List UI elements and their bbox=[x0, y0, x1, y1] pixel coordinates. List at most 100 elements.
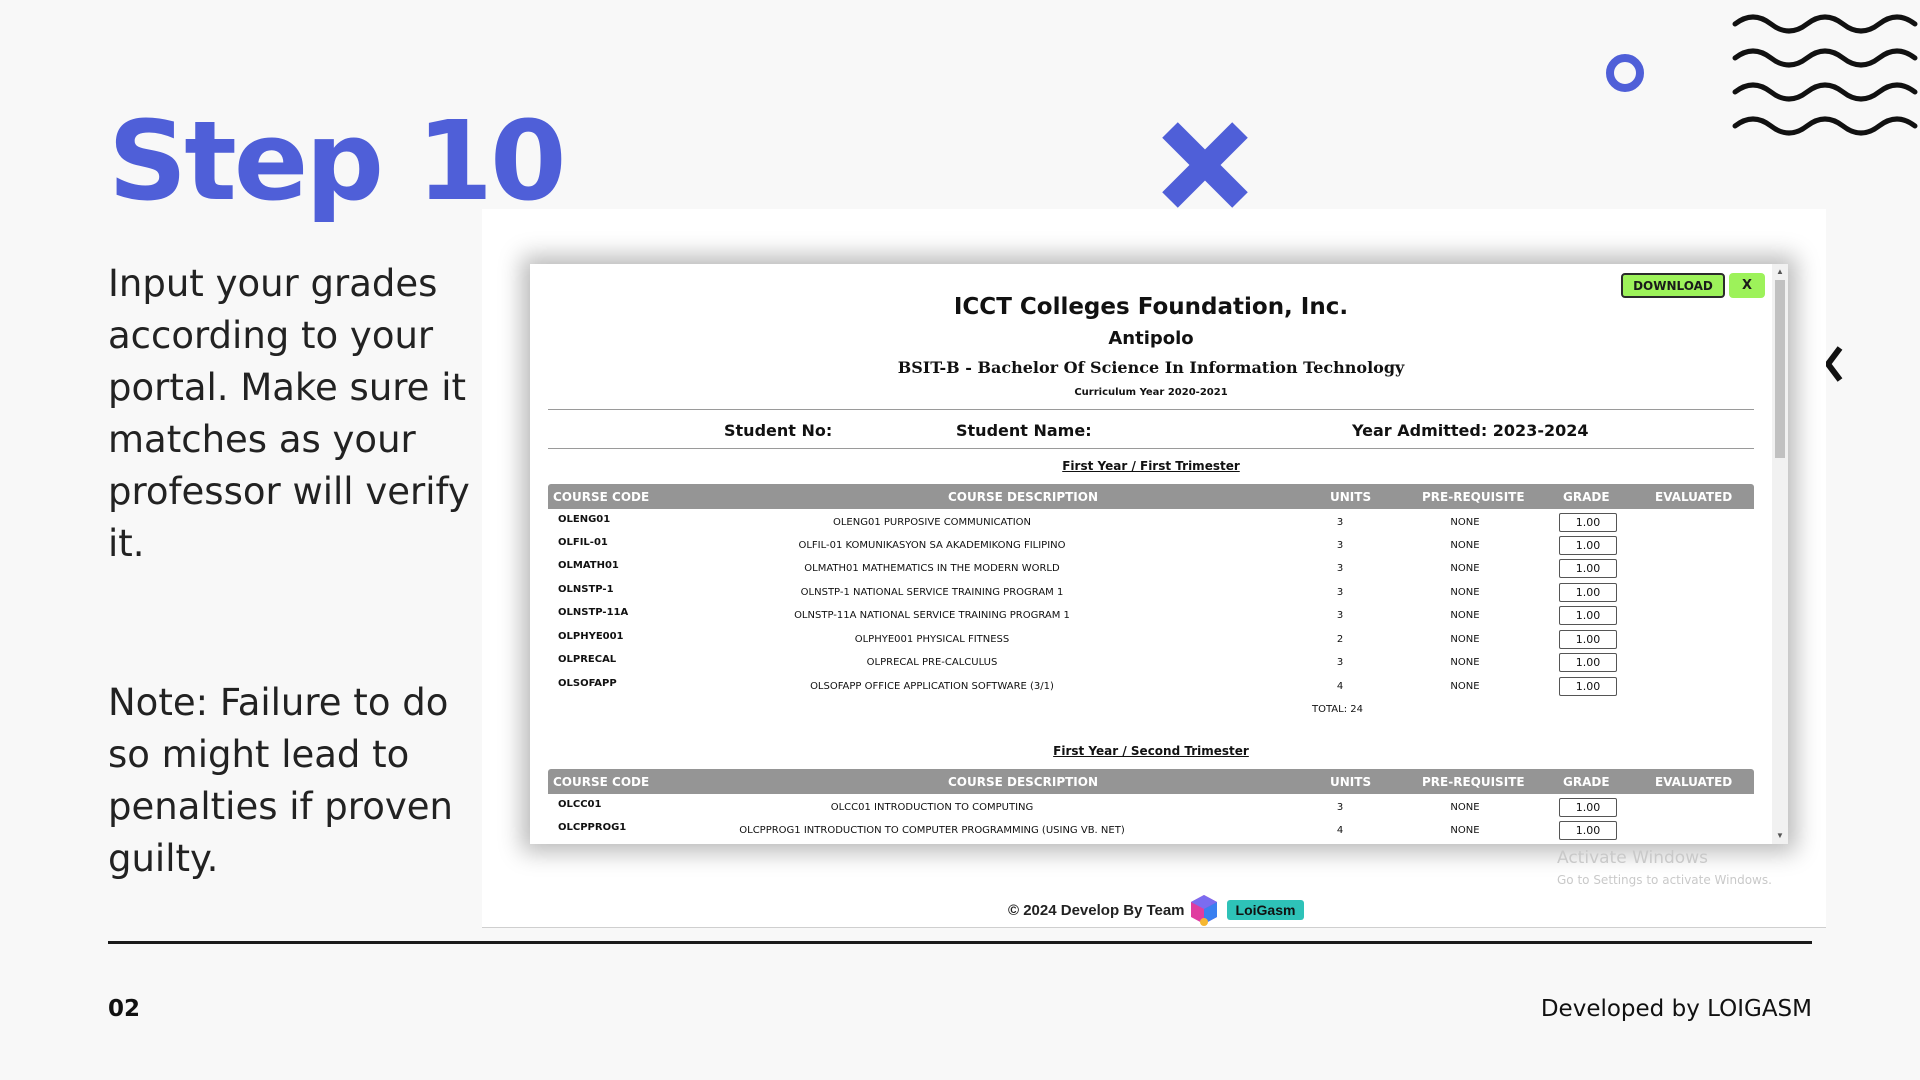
course-code: OLFIL-01 bbox=[558, 537, 608, 548]
activate-windows-title: Activate Windows bbox=[1557, 848, 1708, 868]
grades-modal: DOWNLOAD X ICCT Colleges Foundation, Inc… bbox=[530, 264, 1788, 844]
course-code: OLENG01 bbox=[558, 514, 611, 525]
course-prerequisite: NONE bbox=[1450, 587, 1480, 598]
x-shape-icon bbox=[1162, 122, 1248, 208]
col-course-code: COURSE CODE bbox=[553, 775, 650, 789]
grade-input[interactable]: 1.00 bbox=[1559, 606, 1617, 625]
units-total: TOTAL: 24 bbox=[1312, 704, 1363, 715]
school-name: ICCT Colleges Foundation, Inc. bbox=[953, 294, 1349, 320]
course-row: OLPRECAL OLPRECAL PRE-CALCULUS 3 NONE 1.… bbox=[548, 652, 1754, 675]
program-name: BSIT-B - Bachelor Of Science In Informat… bbox=[897, 358, 1405, 377]
course-code: OLCPPROG1 bbox=[558, 822, 627, 833]
course-row: OLCC01 OLCC01 INTRODUCTION TO COMPUTING … bbox=[548, 797, 1754, 820]
course-units: 2 bbox=[1336, 634, 1344, 645]
course-row: OLFIL-01 OLFIL-01 KOMUNIKASYON SA AKADEM… bbox=[548, 535, 1754, 558]
course-description: OLSOFAPP OFFICE APPLICATION SOFTWARE (3/… bbox=[810, 681, 1054, 692]
grade-input[interactable]: 1.00 bbox=[1559, 798, 1617, 817]
activate-windows-subtitle: Go to Settings to activate Windows. bbox=[1557, 873, 1772, 887]
team-name-badge: LoiGasm bbox=[1226, 900, 1305, 920]
grade-input[interactable]: 1.00 bbox=[1559, 630, 1617, 649]
col-course-description: COURSE DESCRIPTION bbox=[948, 490, 1099, 504]
footer-credit: © 2024 Develop By Team LoiGasm bbox=[1008, 895, 1305, 926]
course-description: OLCC01 INTRODUCTION TO COMPUTING bbox=[830, 802, 1034, 813]
modal-scrollbar[interactable]: ▲ ▼ bbox=[1772, 264, 1788, 844]
col-units: UNITS bbox=[1330, 490, 1372, 504]
table-header: COURSE CODE COURSE DESCRIPTION UNITS PRE… bbox=[548, 769, 1754, 794]
year-admitted: Year Admitted: 2023-2024 bbox=[1352, 421, 1589, 440]
campus-name: Antipolo bbox=[1108, 328, 1194, 349]
note-text: Note: Failure to do so might lead to pen… bbox=[108, 681, 453, 880]
grade-input[interactable]: 1.00 bbox=[1559, 583, 1617, 602]
grade-input[interactable]: 1.00 bbox=[1559, 821, 1617, 840]
course-description: OLCPPROG1 INTRODUCTION TO COMPUTER PROGR… bbox=[739, 825, 1125, 836]
course-units: 3 bbox=[1336, 540, 1344, 551]
modal-content[interactable]: DOWNLOAD X ICCT Colleges Foundation, Inc… bbox=[530, 264, 1772, 844]
course-prerequisite: NONE bbox=[1450, 825, 1480, 836]
course-description: OLENG01 PURPOSIVE COMMUNICATION bbox=[832, 517, 1032, 528]
developed-by-text: Developed by LOIGASM bbox=[1540, 996, 1812, 1022]
course-prerequisite: NONE bbox=[1450, 657, 1480, 668]
instructions-text: Input your grades according to your port… bbox=[108, 262, 470, 565]
scroll-thumb[interactable] bbox=[1775, 280, 1785, 458]
course-prerequisite: NONE bbox=[1450, 517, 1480, 528]
grade-input[interactable]: 1.00 bbox=[1559, 677, 1617, 696]
footer-divider bbox=[108, 941, 1812, 944]
grade-input[interactable]: 1.00 bbox=[1559, 559, 1617, 578]
course-row: OLPHYE001 OLPHYE001 PHYSICAL FITNESS 2 N… bbox=[548, 629, 1754, 652]
course-code: OLPHYE001 bbox=[558, 631, 624, 642]
course-row: OLSOFAPP OLSOFAPP OFFICE APPLICATION SOF… bbox=[548, 676, 1754, 699]
table-header: COURSE CODE COURSE DESCRIPTION UNITS PRE… bbox=[548, 484, 1754, 509]
course-description: OLPRECAL PRE-CALCULUS bbox=[866, 657, 998, 668]
course-description: OLNSTP-1 NATIONAL SERVICE TRAINING PROGR… bbox=[800, 587, 1064, 598]
grade-input[interactable]: 1.00 bbox=[1559, 513, 1617, 532]
course-description: OLMATH01 MATHEMATICS IN THE MODERN WORLD bbox=[804, 563, 1060, 574]
course-row: OLCPPROG1 OLCPPROG1 INTRODUCTION TO COMP… bbox=[548, 820, 1754, 843]
course-row: OLNSTP-11A OLNSTP-11A NATIONAL SERVICE T… bbox=[548, 605, 1754, 628]
col-course-description: COURSE DESCRIPTION bbox=[948, 775, 1099, 789]
col-prerequisite: PRE-REQUISITE bbox=[1422, 490, 1525, 504]
col-prerequisite: PRE-REQUISITE bbox=[1422, 775, 1525, 789]
wave-lines-icon bbox=[1732, 14, 1918, 136]
course-description: OLNSTP-11A NATIONAL SERVICE TRAINING PRO… bbox=[794, 610, 1070, 621]
col-evaluated: EVALUATED bbox=[1655, 775, 1733, 789]
course-row: OLENG01 OLENG01 PURPOSIVE COMMUNICATION … bbox=[548, 512, 1754, 535]
course-prerequisite: NONE bbox=[1450, 563, 1480, 574]
course-description: OLPHYE001 PHYSICAL FITNESS bbox=[854, 634, 1010, 645]
course-units: 3 bbox=[1336, 610, 1344, 621]
course-prerequisite: NONE bbox=[1450, 634, 1480, 645]
course-code: OLNSTP-11A bbox=[558, 607, 629, 618]
course-code: OLPRECAL bbox=[558, 654, 617, 665]
course-prerequisite: NONE bbox=[1450, 540, 1480, 551]
curriculum-year: Curriculum Year 2020-2021 bbox=[1074, 387, 1228, 398]
divider-top bbox=[548, 409, 1754, 410]
course-description: OLFIL-01 KOMUNIKASYON SA AKADEMIKONG FIL… bbox=[798, 540, 1066, 551]
course-row: OLNSTP-1 OLNSTP-1 NATIONAL SERVICE TRAIN… bbox=[548, 582, 1754, 605]
col-grade: GRADE bbox=[1563, 490, 1610, 504]
course-units: 3 bbox=[1336, 517, 1344, 528]
course-units: 3 bbox=[1336, 657, 1344, 668]
grade-input[interactable]: 1.00 bbox=[1559, 653, 1617, 672]
course-code: OLCC01 bbox=[558, 799, 602, 810]
col-grade: GRADE bbox=[1563, 775, 1610, 789]
divider-bottom bbox=[548, 448, 1754, 449]
col-course-code: COURSE CODE bbox=[553, 490, 650, 504]
scroll-up-arrow-icon[interactable]: ▲ bbox=[1776, 268, 1784, 276]
col-units: UNITS bbox=[1330, 775, 1372, 789]
scroll-down-arrow-icon[interactable]: ▼ bbox=[1776, 832, 1784, 840]
course-code: OLNSTP-1 bbox=[558, 584, 614, 595]
course-code: OLMATH01 bbox=[558, 560, 619, 571]
team-label: Team bbox=[1146, 901, 1185, 919]
ring-icon bbox=[1606, 54, 1644, 92]
student-no-label: Student No: bbox=[724, 421, 833, 440]
step-title: Step 10 bbox=[108, 97, 567, 225]
course-units: 3 bbox=[1336, 587, 1344, 598]
col-evaluated: EVALUATED bbox=[1655, 490, 1733, 504]
course-units: 4 bbox=[1336, 825, 1344, 836]
page-number: 02 bbox=[108, 996, 141, 1022]
grade-input[interactable]: 1.00 bbox=[1559, 536, 1617, 555]
course-units: 3 bbox=[1336, 563, 1344, 574]
course-prerequisite: NONE bbox=[1450, 610, 1480, 621]
course-units: 3 bbox=[1336, 802, 1344, 813]
course-units: 4 bbox=[1336, 681, 1344, 692]
student-name-label: Student Name: bbox=[956, 421, 1092, 440]
